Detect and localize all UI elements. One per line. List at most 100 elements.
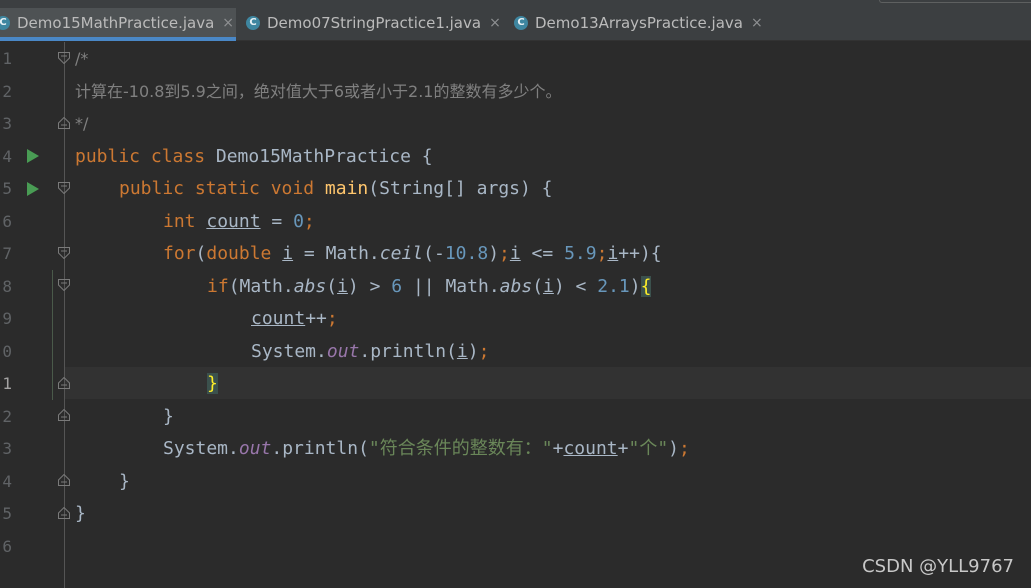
line-number: 8 [2,277,12,296]
code-text: = Math. [293,243,380,264]
variable: i [543,276,554,297]
code-text: ++ [305,308,327,329]
tab-demo15[interactable]: C Demo15MathPractice.java × [0,8,236,41]
code-line-6[interactable]: int count = 0; [163,206,315,238]
fold-open-icon[interactable] [58,247,70,259]
keyword: int [163,211,196,232]
line-number: 1 [2,49,12,68]
comment-text: /* [75,49,89,68]
variable: i [456,341,468,362]
keyword: public static void [119,178,315,199]
code-text: ( [532,276,544,297]
variable: count [563,438,618,459]
code-line-5[interactable]: public static void main(String[] args) { [119,173,553,205]
run-class-icon[interactable] [27,149,39,163]
line-number: 6 [2,212,12,231]
java-class-icon: C [0,15,10,30]
line-number: 2 [2,82,12,101]
static-field: out [238,438,272,459]
tab-label: Demo15MathPractice.java [17,13,215,32]
code-line-1[interactable]: /* [75,43,88,75]
code-text: ++){ [618,243,662,264]
code-text: .println( [271,438,369,459]
code-line-14[interactable]: } [119,466,130,498]
semicolon: ; [478,341,490,362]
code-text: Demo15MathPractice { [205,146,433,167]
static-method: abs [293,276,327,297]
fold-close-icon[interactable] [58,409,70,421]
static-field: out [326,341,360,362]
fold-open-icon[interactable] [58,279,70,291]
number-literal: 0 [293,211,304,232]
code-line-13[interactable]: System.out.println("符合条件的整数有："+count+"个"… [163,433,690,465]
code-text: } [119,471,130,492]
static-method: ceil [379,243,424,264]
close-icon[interactable]: × [489,15,501,31]
code-text: .println( [359,341,457,362]
java-class-icon: C [246,15,260,30]
code-line-11[interactable]: } [207,368,218,400]
code-text: (- [423,243,445,264]
comment-text: 计算在-10.8到5.9之间，绝对值大于6或者小于2.1的整数有多少个。 [75,82,562,101]
keyword: public class [75,146,206,167]
close-icon[interactable]: × [751,15,763,31]
fold-open-icon[interactable] [58,182,70,194]
string-literal: "符合条件的整数有：" [368,438,553,459]
fold-close-icon[interactable] [58,507,70,519]
tab-label: Demo13ArraysPractice.java [535,13,743,32]
fold-open-icon[interactable] [58,52,70,64]
fold-close-icon[interactable] [58,474,70,486]
run-main-icon[interactable] [27,182,39,196]
keyword: double [206,243,272,264]
line-number: 6 [2,537,12,556]
matched-brace: } [207,373,218,394]
line-number: 2 [2,407,12,426]
semicolon: ; [326,308,338,329]
tab-demo13[interactable]: C Demo13ArraysPractice.java × [514,8,763,41]
keyword: for [163,243,196,264]
code-line-2[interactable]: 计算在-10.8到5.9之间，绝对值大于6或者小于2.1的整数有多少个。 [75,76,561,108]
semicolon: ; [303,211,315,232]
comment-text: */ [75,114,89,133]
variable: count [251,308,306,329]
code-text: } [163,406,174,427]
line-number-current: 1 [2,374,12,393]
line-number: 7 [2,244,12,263]
code-text: + [552,438,564,459]
code-line-15[interactable]: } [75,498,86,530]
code-line-9[interactable]: count++; [251,303,338,335]
code-text: System. [163,438,239,459]
number-literal: 5.9 [564,243,597,264]
keyword: if [207,276,229,297]
variable: i [337,276,348,297]
code-line-3[interactable]: */ [75,108,88,140]
fold-close-icon[interactable] [58,117,70,129]
close-icon[interactable]: × [222,15,234,31]
static-method: abs [499,276,533,297]
code-line-7[interactable]: for(double i = Math.ceil(-10.8);i <= 5.9… [163,238,662,270]
code-line-8[interactable]: if(Math.abs(i) > 6 || Math.abs(i) < 2.1)… [207,271,652,303]
indent-scope-guide [52,270,53,400]
java-class-icon: C [514,15,528,30]
code-line-10[interactable]: System.out.println(i); [251,336,489,368]
code-line-4[interactable]: public class Demo15MathPractice { [75,141,433,173]
semicolon: ; [499,243,510,264]
variable: i [509,243,521,264]
code-text: ( [326,276,338,297]
number-literal: 2.1 [597,276,630,297]
line-number: 5 [2,179,12,198]
code-text: ) [668,438,680,459]
code-text: + [617,438,629,459]
line-number: 3 [2,114,12,133]
variable: i [607,243,619,264]
method-name: main [324,178,369,199]
number-literal: 6 [391,276,403,297]
semicolon: ; [679,438,690,459]
code-line-12[interactable]: } [163,401,174,433]
code-text: (Math. [228,276,294,297]
tab-demo07[interactable]: C Demo07StringPractice1.java × [246,8,501,41]
fold-close-icon[interactable] [58,377,70,389]
code-text: <= [520,243,565,264]
code-text: ) < [553,276,598,297]
